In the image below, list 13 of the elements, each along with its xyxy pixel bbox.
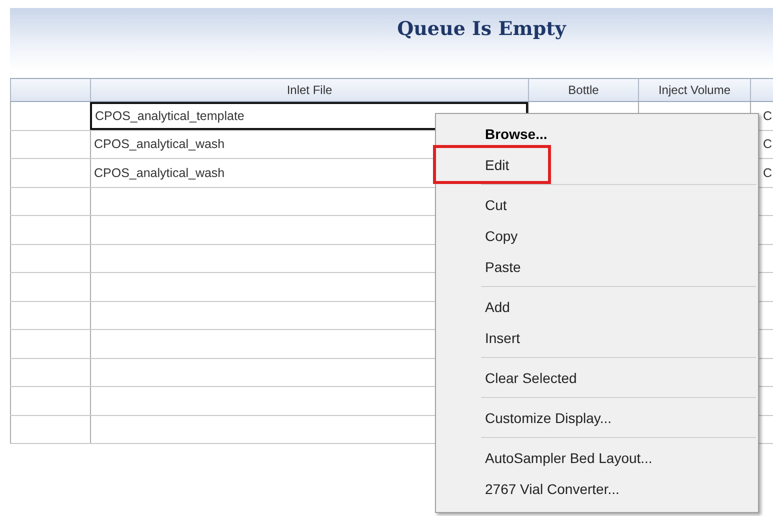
menu-item[interactable]: AutoSampler Bed Layout... <box>436 442 758 473</box>
menu-item[interactable]: 2767 Vial Converter... <box>436 473 758 504</box>
column-header[interactable]: Bottle <box>528 79 638 101</box>
queue-status-title: Queue Is Empty <box>397 18 566 42</box>
column-header[interactable]: Inlet File <box>90 79 528 101</box>
menu-item[interactable]: Paste <box>436 251 758 282</box>
menu-item[interactable]: Copy <box>436 220 758 251</box>
menu-item[interactable]: Add <box>436 291 758 322</box>
menu-item[interactable]: Customize Display... <box>436 402 758 433</box>
column-header[interactable]: Inject Volume <box>638 79 750 101</box>
menu-item[interactable]: Clear Selected <box>436 362 758 393</box>
menu-item[interactable]: Cut <box>436 189 758 220</box>
menu-item[interactable]: Insert <box>436 322 758 353</box>
